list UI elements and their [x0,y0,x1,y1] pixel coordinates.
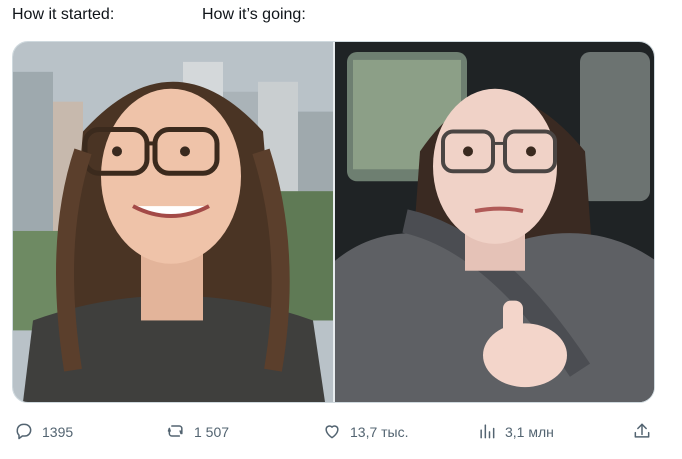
repost-button[interactable]: 1 507 [166,416,229,448]
photo-after-image [335,42,654,402]
views-button[interactable]: 3,1 млн [477,416,554,448]
reply-icon [14,421,34,444]
repost-icon [166,421,186,444]
views-icon [477,421,497,444]
like-button[interactable]: 13,7 тыс. [322,416,409,448]
like-count: 13,7 тыс. [350,424,409,440]
like-icon [322,421,342,444]
post-actions: 1395 1 507 13,7 тыс. 3,1 млн [0,416,682,448]
post-captions: How it started: How it’s going: [12,4,672,28]
photo-before[interactable] [13,42,333,402]
share-button[interactable] [632,416,652,448]
caption-how-it-started: How it started: [12,6,115,23]
caption-how-its-going: How it’s going: [202,6,306,23]
reply-count: 1395 [42,424,74,440]
post-media[interactable] [12,41,655,403]
share-icon [632,421,652,444]
photo-before-image [13,42,333,402]
reply-button[interactable]: 1395 [14,416,73,448]
repost-count: 1 507 [194,424,230,440]
photo-after[interactable] [335,42,654,402]
views-count: 3,1 млн [505,424,554,440]
